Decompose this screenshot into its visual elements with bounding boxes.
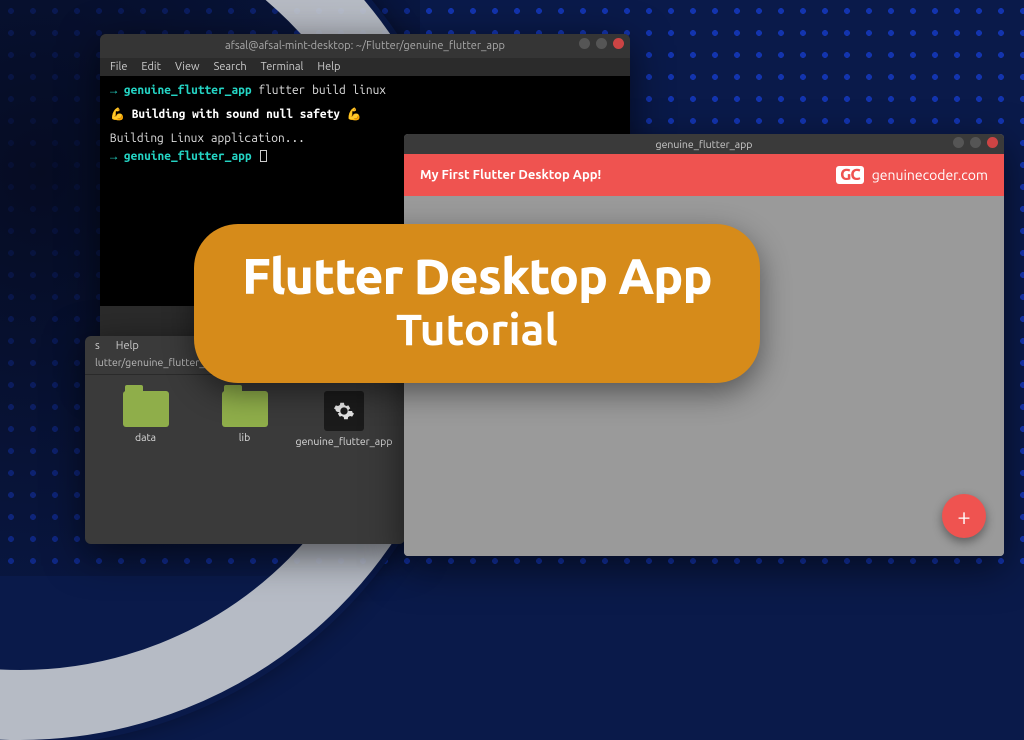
maximize-icon[interactable] [596, 38, 607, 49]
minimize-icon[interactable] [579, 38, 590, 49]
menu-file[interactable]: File [110, 61, 127, 73]
fm-menu-item[interactable]: s [95, 340, 100, 352]
build-message: Building with sound null safety [132, 108, 340, 121]
folder-label: lib [239, 431, 250, 443]
close-icon[interactable] [613, 38, 624, 49]
flutter-appbar: My First Flutter Desktop App! GC genuine… [404, 154, 1004, 196]
prompt-dir: genuine_flutter_app [124, 150, 252, 163]
fab-add-button[interactable]: + [942, 494, 986, 538]
flutter-app-title: My First Flutter Desktop App! [420, 168, 601, 182]
brand-logo-icon: GC [836, 166, 864, 184]
terminal-titlebar[interactable]: afsal@afsal-mint-desktop: ~/Flutter/genu… [100, 34, 630, 58]
muscle-icon: 💪 [110, 108, 125, 121]
terminal-command: flutter build linux [258, 84, 386, 97]
terminal-cursor-icon [260, 150, 267, 162]
prompt-dir: genuine_flutter_app [124, 84, 252, 97]
menu-search[interactable]: Search [214, 61, 247, 73]
tutorial-badge: Flutter Desktop App Tutorial [194, 224, 760, 383]
folder-label: data [135, 431, 156, 443]
minimize-icon[interactable] [953, 137, 964, 148]
terminal-line-1: → genuine_flutter_app flutter build linu… [110, 82, 620, 100]
terminal-line-2: 💪 Building with sound null safety 💪 [110, 106, 620, 124]
menu-help[interactable]: Help [317, 61, 340, 73]
folder-data[interactable]: data [109, 391, 182, 447]
terminal-title: afsal@afsal-mint-desktop: ~/Flutter/genu… [225, 40, 505, 52]
fm-menu-help[interactable]: Help [116, 340, 139, 352]
terminal-menubar: File Edit View Search Terminal Help [100, 58, 630, 76]
folder-lib[interactable]: lib [208, 391, 281, 447]
executable-label: genuine_flutter_app [296, 435, 393, 447]
menu-terminal[interactable]: Terminal [261, 61, 304, 73]
menu-edit[interactable]: Edit [141, 61, 161, 73]
gear-icon [324, 391, 364, 431]
file-manager-files: data lib genuine_flutter_app [85, 375, 405, 487]
plus-icon: + [957, 503, 971, 530]
folder-icon [222, 391, 268, 427]
flutter-window-title: genuine_flutter_app [656, 138, 753, 150]
badge-line2: Tutorial [242, 307, 712, 353]
brand-text: genuinecoder.com [872, 167, 988, 183]
brand-block: GC genuinecoder.com [836, 166, 988, 184]
menu-view[interactable]: View [175, 61, 200, 73]
flutter-titlebar[interactable]: genuine_flutter_app [404, 134, 1004, 154]
muscle-icon: 💪 [347, 108, 362, 121]
close-icon[interactable] [987, 137, 998, 148]
folder-icon [123, 391, 169, 427]
badge-line1: Flutter Desktop App [242, 250, 712, 303]
executable-app[interactable]: genuine_flutter_app [307, 391, 381, 447]
maximize-icon[interactable] [970, 137, 981, 148]
